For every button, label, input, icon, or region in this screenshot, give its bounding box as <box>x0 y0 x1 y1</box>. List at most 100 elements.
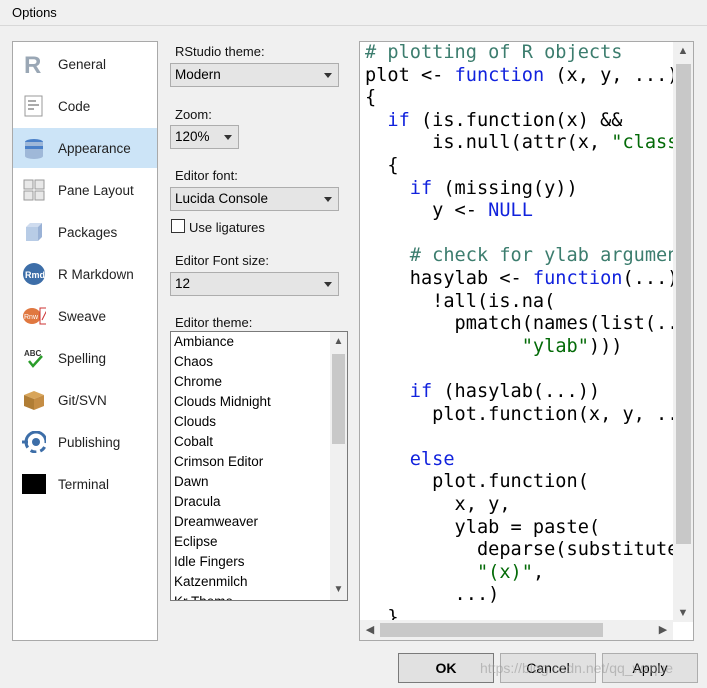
code-preview-text: # plotting of R objects plot <- function … <box>365 42 675 622</box>
code-line: x, y, <box>365 494 511 517</box>
code-line: ...) <box>365 584 500 607</box>
preview-vertical-scrollbar[interactable]: ▲ ▼ <box>673 42 693 622</box>
sidebar-item-sweave[interactable]: Rnw Sweave <box>13 296 157 336</box>
scroll-up-icon[interactable]: ▲ <box>676 45 690 57</box>
list-item[interactable]: Dracula <box>174 492 221 512</box>
editor-font-select[interactable]: Lucida Console <box>170 187 339 211</box>
rstudio-theme-select[interactable]: Modern <box>170 63 339 87</box>
code-token: function <box>532 268 623 289</box>
code-line: is.null(attr(x, "class <box>365 132 675 155</box>
list-item[interactable]: Katzenmilch <box>174 572 248 592</box>
list-item[interactable]: Cobalt <box>174 432 213 452</box>
sidebar-item-label: Sweave <box>58 308 107 324</box>
list-item[interactable]: Crimson Editor <box>174 452 263 472</box>
code-token: !all(is.na( <box>365 290 556 312</box>
scroll-right-icon[interactable]: ▶ <box>656 623 670 636</box>
code-token: else <box>409 448 455 470</box>
rstudio-theme-value: Modern <box>175 67 221 82</box>
git-svn-icon <box>22 388 46 412</box>
editor-font-value: Lucida Console <box>175 191 269 206</box>
sidebar-item-label: Publishing <box>58 434 121 450</box>
editor-theme-label: Editor theme: <box>175 315 253 330</box>
code-line: plot <- function (x, y, ...) <box>365 65 675 88</box>
code-line: pmatch(names(list(.. <box>365 313 675 336</box>
list-item[interactable]: Chrome <box>174 372 222 392</box>
list-item[interactable]: Ambiance <box>174 332 234 352</box>
terminal-icon <box>22 472 46 496</box>
code-token: if <box>409 381 433 402</box>
code-token: NULL <box>488 200 533 222</box>
zoom-value: 120% <box>175 129 210 144</box>
code-token: plot <box>365 64 421 86</box>
apply-button[interactable]: Apply <box>602 653 698 683</box>
list-item[interactable]: Eclipse <box>174 532 218 552</box>
editor-theme-list[interactable]: Ambiance Chaos Chrome Clouds Midnight Cl… <box>170 331 348 601</box>
ok-button[interactable]: OK <box>398 653 494 683</box>
code-line: !all(is.na( <box>365 291 555 314</box>
sidebar-item-terminal[interactable]: Terminal <box>13 464 157 504</box>
scroll-up-icon[interactable]: ▲ <box>333 335 344 349</box>
sidebar-item-label: Spelling <box>58 350 107 366</box>
scroll-down-icon[interactable]: ▼ <box>333 583 344 597</box>
scrollbar-thumb[interactable] <box>332 354 345 444</box>
sidebar-item-publishing[interactable]: Publishing <box>13 422 157 462</box>
sidebar-item-label: Appearance <box>58 140 131 156</box>
window-title: Options <box>12 5 57 20</box>
cancel-button[interactable]: Cancel <box>500 653 596 683</box>
list-item[interactable]: Kr Theme <box>174 592 233 600</box>
scrollbar-thumb[interactable] <box>380 623 603 637</box>
code-line: { <box>365 155 398 178</box>
sidebar-item-label: Terminal <box>58 476 110 492</box>
use-ligatures-checkbox[interactable] <box>171 219 185 233</box>
list-item[interactable]: Idle Fingers <box>174 552 245 572</box>
code-token: (...) <box>622 268 675 289</box>
sidebar-item-code[interactable]: Code <box>13 86 157 126</box>
code-token: if <box>409 177 433 199</box>
sidebar-item-label: General <box>58 56 107 72</box>
theme-list-scrollbar[interactable]: ▲ ▼ <box>330 332 347 600</box>
code-token: x, y, <box>365 494 511 515</box>
spelling-icon: ABC <box>22 346 46 370</box>
list-item[interactable]: Clouds <box>174 412 216 432</box>
svg-text:Rmd: Rmd <box>25 270 45 280</box>
preview-horizontal-scrollbar[interactable]: ◀ ▶ <box>360 620 673 640</box>
zoom-select[interactable]: 120% <box>170 125 239 149</box>
sidebar-item-packages[interactable]: Packages <box>13 212 157 252</box>
code-line: "ylab"))) <box>365 336 623 359</box>
scroll-down-icon[interactable]: ▼ <box>676 607 690 619</box>
scroll-left-icon[interactable]: ◀ <box>363 623 377 636</box>
sidebar-item-r-markdown[interactable]: Rmd R Markdown <box>13 254 157 294</box>
sidebar-item-general[interactable]: R General <box>13 44 157 84</box>
code-line: # check for ylab argumen <box>365 245 675 268</box>
code-token: "ylab" <box>521 335 589 357</box>
svg-text:R: R <box>24 52 41 76</box>
packages-icon <box>22 220 46 244</box>
code-token: deparse(substitute <box>365 539 675 561</box>
code-line: hasylab <- function(...) <box>365 268 675 291</box>
code-token: if <box>387 109 410 131</box>
list-item[interactable]: Chaos <box>174 352 213 372</box>
editor-font-size-select[interactable]: 12 <box>170 272 339 296</box>
rstudio-theme-label: RStudio theme: <box>175 44 265 59</box>
sidebar-item-appearance[interactable]: Appearance <box>13 128 157 168</box>
list-item[interactable]: Dreamweaver <box>174 512 258 532</box>
code-token: (hasylab(...)) <box>432 381 601 402</box>
list-item[interactable]: Clouds Midnight <box>174 392 271 412</box>
code-line: deparse(substitute <box>365 539 675 562</box>
list-item[interactable]: Dawn <box>174 472 209 492</box>
code-token: ))) <box>588 335 623 357</box>
scrollbar-thumb[interactable] <box>676 64 691 544</box>
use-ligatures-label: Use ligatures <box>189 220 265 235</box>
sidebar-item-pane-layout[interactable]: Pane Layout <box>13 170 157 210</box>
code-token: ...) <box>365 584 500 606</box>
sidebar-item-spelling[interactable]: ABC Spelling <box>13 338 157 378</box>
sidebar-item-git-svn[interactable]: Git/SVN <box>13 380 157 420</box>
code-token: plot.function( <box>365 471 589 493</box>
